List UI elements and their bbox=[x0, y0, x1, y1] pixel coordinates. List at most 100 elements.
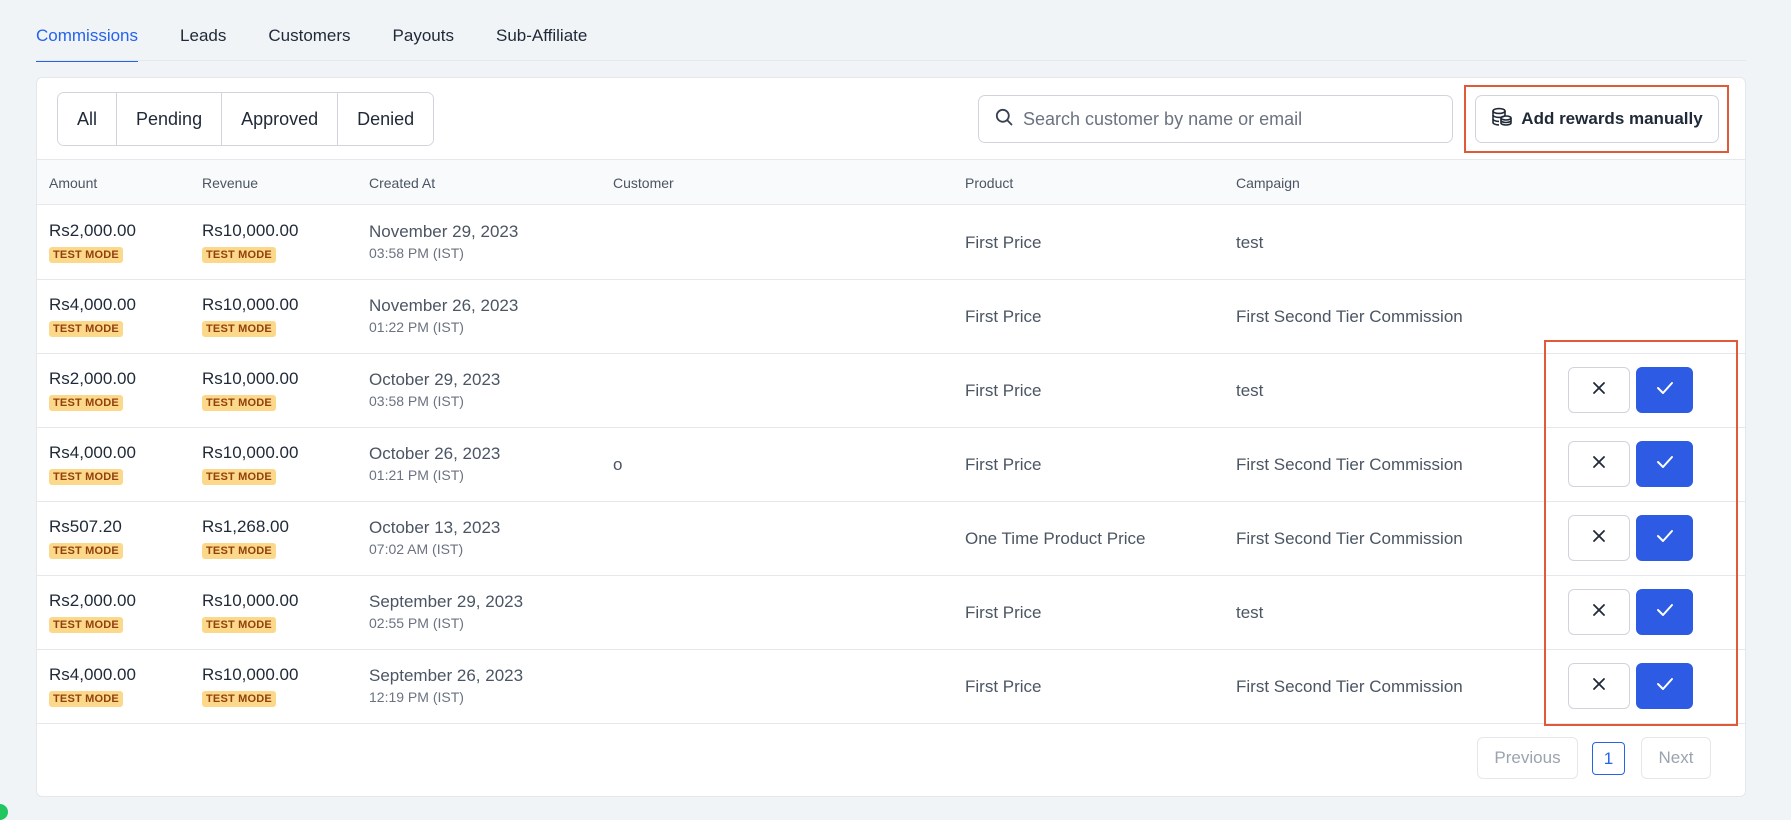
amount-value: Rs2,000.00 bbox=[49, 591, 136, 610]
test-mode-badge: TEST MODE bbox=[202, 543, 276, 559]
revenue-value: Rs10,000.00 bbox=[202, 591, 299, 610]
created-at-cell: September 29, 2023 02:55 PM (IST) bbox=[369, 592, 523, 631]
next-page-button[interactable]: Next bbox=[1641, 737, 1711, 779]
filter-approved-button[interactable]: Approved bbox=[222, 93, 339, 145]
created-time: 01:22 PM (IST) bbox=[369, 319, 464, 335]
column-header-created-at[interactable]: Created At bbox=[369, 175, 435, 191]
test-mode-badge: TEST MODE bbox=[49, 321, 123, 337]
revenue-value: Rs10,000.00 bbox=[202, 665, 299, 684]
created-time: 12:19 PM (IST) bbox=[369, 689, 464, 705]
column-header-product[interactable]: Product bbox=[965, 175, 1013, 191]
amount-cell: Rs4,000.00 TEST MODE bbox=[49, 295, 136, 337]
table-row[interactable]: Rs507.20 TEST MODE Rs1,268.00 TEST MODE Octo… bbox=[37, 502, 1745, 576]
campaign-cell: First Second Tier Commission bbox=[1236, 529, 1463, 548]
created-time: 02:55 PM (IST) bbox=[369, 615, 464, 631]
check-icon bbox=[1656, 677, 1674, 696]
page-number-current[interactable]: 1 bbox=[1592, 742, 1625, 775]
table-row[interactable]: Rs2,000.00 TEST MODE Rs10,000.00 TEST MODE O… bbox=[37, 354, 1745, 428]
test-mode-badge: TEST MODE bbox=[49, 395, 123, 411]
test-mode-badge: TEST MODE bbox=[49, 543, 123, 559]
corner-status-dot bbox=[0, 804, 8, 820]
revenue-cell: Rs10,000.00 TEST MODE bbox=[202, 591, 298, 633]
amount-cell: Rs4,000.00 TEST MODE bbox=[49, 665, 136, 707]
test-mode-badge: TEST MODE bbox=[49, 617, 123, 633]
campaign-cell: First Second Tier Commission bbox=[1236, 677, 1463, 696]
search-input[interactable] bbox=[1023, 108, 1423, 130]
product-cell: First Price bbox=[965, 233, 1042, 252]
revenue-value: Rs1,268.00 bbox=[202, 517, 289, 536]
tab-divider bbox=[36, 60, 1746, 61]
deny-button[interactable] bbox=[1568, 589, 1630, 635]
created-date: October 26, 2023 bbox=[369, 444, 501, 463]
search-box[interactable] bbox=[978, 95, 1453, 143]
deny-button[interactable] bbox=[1568, 663, 1630, 709]
check-icon bbox=[1656, 529, 1674, 548]
tab-payouts[interactable]: Payouts bbox=[393, 26, 454, 62]
product-cell: First Price bbox=[965, 307, 1042, 326]
created-date: October 13, 2023 bbox=[369, 518, 501, 537]
approve-button[interactable] bbox=[1636, 367, 1693, 413]
created-at-cell: November 26, 2023 01:22 PM (IST) bbox=[369, 296, 518, 335]
created-at-cell: October 13, 2023 07:02 AM (IST) bbox=[369, 518, 500, 557]
approve-button[interactable] bbox=[1636, 515, 1693, 561]
check-icon bbox=[1656, 603, 1674, 622]
created-at-cell: October 29, 2023 03:58 PM (IST) bbox=[369, 370, 500, 409]
table-row[interactable]: Rs4,000.00 TEST MODE Rs10,000.00 TEST MODE S… bbox=[37, 650, 1745, 724]
table-row[interactable]: Rs2,000.00 TEST MODE Rs10,000.00 TEST MODE N… bbox=[37, 206, 1745, 280]
tab-customers[interactable]: Customers bbox=[268, 26, 350, 62]
tab-leads[interactable]: Leads bbox=[180, 26, 226, 62]
amount-cell: Rs4,000.00 TEST MODE bbox=[49, 443, 136, 485]
column-header-campaign[interactable]: Campaign bbox=[1236, 175, 1300, 191]
revenue-value: Rs10,000.00 bbox=[202, 443, 299, 462]
deny-button[interactable] bbox=[1568, 441, 1630, 487]
table-row[interactable]: Rs2,000.00 TEST MODE Rs10,000.00 TEST MODE S… bbox=[37, 576, 1745, 650]
close-icon bbox=[1592, 677, 1606, 696]
test-mode-badge: TEST MODE bbox=[49, 247, 123, 263]
created-at-cell: November 29, 2023 03:58 PM (IST) bbox=[369, 222, 518, 261]
test-mode-badge: TEST MODE bbox=[202, 247, 276, 263]
product-cell: One Time Product Price bbox=[965, 529, 1146, 548]
amount-value: Rs507.20 bbox=[49, 517, 122, 536]
amount-value: Rs4,000.00 bbox=[49, 443, 136, 462]
column-header-customer[interactable]: Customer bbox=[613, 175, 674, 191]
filter-denied-button[interactable]: Denied bbox=[338, 93, 434, 145]
amount-cell: Rs2,000.00 TEST MODE bbox=[49, 369, 136, 411]
created-date: November 29, 2023 bbox=[369, 222, 519, 241]
add-rewards-manually-button[interactable]: Add rewards manually bbox=[1475, 95, 1719, 143]
deny-button[interactable] bbox=[1568, 515, 1630, 561]
approve-button[interactable] bbox=[1636, 441, 1693, 487]
campaign-cell: test bbox=[1236, 603, 1264, 622]
deny-button[interactable] bbox=[1568, 367, 1630, 413]
customer-cell: o bbox=[613, 455, 623, 474]
table-row[interactable]: Rs4,000.00 TEST MODE Rs10,000.00 TEST MODE N… bbox=[37, 280, 1745, 354]
amount-value: Rs2,000.00 bbox=[49, 221, 136, 240]
column-header-amount[interactable]: Amount bbox=[49, 175, 97, 191]
filter-all-button[interactable]: All bbox=[58, 93, 118, 145]
search-icon bbox=[995, 108, 1013, 131]
revenue-cell: Rs1,268.00 TEST MODE bbox=[202, 517, 289, 559]
close-icon bbox=[1592, 455, 1606, 474]
tab-commissions[interactable]: Commissions bbox=[36, 26, 139, 62]
column-header-revenue[interactable]: Revenue bbox=[202, 175, 258, 191]
test-mode-badge: TEST MODE bbox=[202, 691, 276, 707]
table-row[interactable]: Rs4,000.00 TEST MODE Rs10,000.00 TEST MODE O… bbox=[37, 428, 1745, 502]
revenue-value: Rs10,000.00 bbox=[202, 221, 299, 240]
product-cell: First Price bbox=[965, 455, 1042, 474]
campaign-cell: test bbox=[1236, 233, 1264, 252]
created-date: September 29, 2023 bbox=[369, 592, 524, 611]
product-cell: First Price bbox=[965, 603, 1042, 622]
amount-cell: Rs2,000.00 TEST MODE bbox=[49, 221, 136, 263]
campaign-cell: First Second Tier Commission bbox=[1236, 455, 1463, 474]
approve-button[interactable] bbox=[1636, 589, 1693, 635]
filter-pending-button[interactable]: Pending bbox=[117, 93, 223, 145]
created-date: September 26, 2023 bbox=[369, 666, 524, 685]
test-mode-badge: TEST MODE bbox=[202, 469, 276, 485]
created-date: October 29, 2023 bbox=[369, 370, 501, 389]
amount-value: Rs2,000.00 bbox=[49, 369, 136, 388]
test-mode-badge: TEST MODE bbox=[202, 321, 276, 337]
approve-button[interactable] bbox=[1636, 663, 1693, 709]
tab-sub-affiliate[interactable]: Sub-Affiliate bbox=[496, 26, 587, 62]
tab-bar: Commissions Leads Customers Payouts Sub-… bbox=[36, 0, 587, 62]
previous-page-button[interactable]: Previous bbox=[1477, 737, 1578, 779]
test-mode-badge: TEST MODE bbox=[202, 395, 276, 411]
